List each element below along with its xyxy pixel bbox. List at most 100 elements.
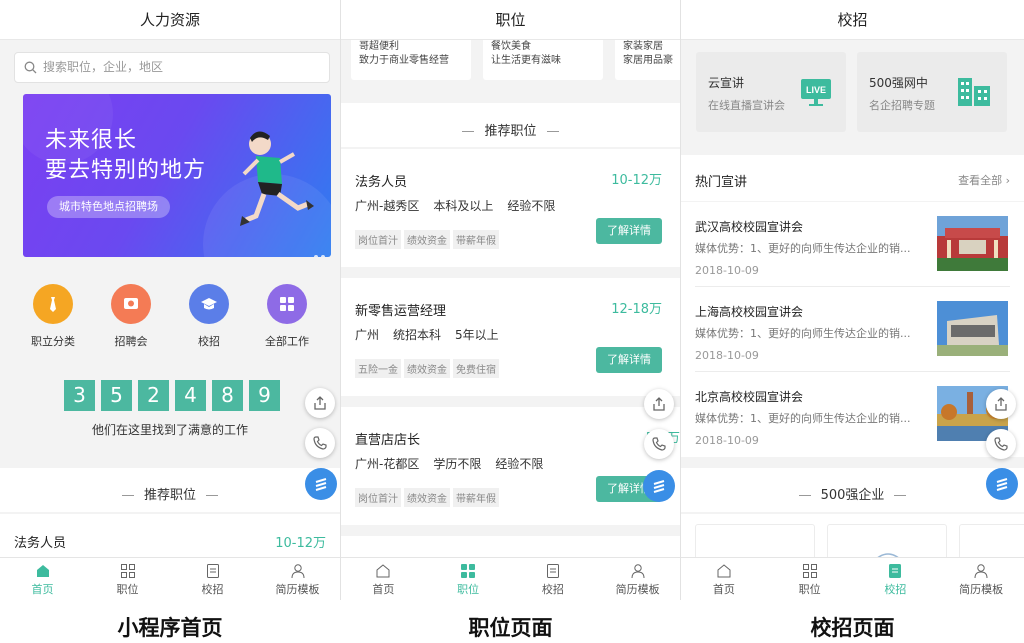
company-row xyxy=(681,514,1024,564)
promo-banner[interactable]: 未来很长 要去特别的地方 城市特色地点招聘场 xyxy=(23,94,331,257)
phone-button[interactable] xyxy=(305,428,335,458)
banner-pill[interactable]: 城市特色地点招聘场 xyxy=(47,196,170,218)
top500-header: 500强企业 xyxy=(681,468,1024,512)
card-title: 500强网中 xyxy=(869,76,928,90)
tab-campus[interactable]: 校招 xyxy=(853,558,939,600)
recommend-header: 推荐职位 xyxy=(0,468,340,512)
top500-card[interactable]: 500强网中 名企招聘专题 xyxy=(857,52,1007,132)
category-job-fair[interactable]: 招聘会 xyxy=(101,278,161,349)
home-icon xyxy=(36,565,49,577)
tab-bar: 首页 职位 校招 简历模板 xyxy=(341,557,680,600)
industry-card[interactable]: 哥超便利 致力于商业零售经营 xyxy=(351,36,471,80)
industry-desc: 让生活更有滋味 xyxy=(491,55,561,66)
tab-campus[interactable]: 校招 xyxy=(511,558,596,600)
talk-item[interactable]: 上海高校校园宣讲会 媒体优势：1、更好的向师生传达企业的销... 2018-10… xyxy=(681,287,1024,372)
recommend-header: 推荐职位 xyxy=(341,103,680,147)
cloud-talk-card[interactable]: 云宣讲 在线直播宣讲会 LIVE xyxy=(696,52,846,132)
campus-screen: 校招 云宣讲 在线直播宣讲会 LIVE 500强网中 名企招聘专题 热门宣讲 查… xyxy=(681,0,1024,600)
phone-button[interactable] xyxy=(644,429,674,459)
building-icon xyxy=(958,78,990,106)
talk-item[interactable]: 北京高校校园宣讲会 媒体优势：1、更好的向师生传达企业的销... 2018-10… xyxy=(681,372,1024,457)
tab-label: 职位 xyxy=(457,583,480,596)
industry-card[interactable]: 餐饮美食 让生活更有滋味 xyxy=(483,36,603,80)
job-location: 广州-越秀区 xyxy=(355,199,420,213)
tab-resume[interactable]: 简历模板 xyxy=(255,558,340,600)
details-button[interactable]: 了解详情 xyxy=(596,347,662,373)
tab-resume[interactable]: 简历模板 xyxy=(938,558,1024,600)
document-icon xyxy=(206,564,219,578)
tab-jobs[interactable]: 职位 xyxy=(426,558,511,600)
job-tag: 岗位首汁 xyxy=(355,488,401,507)
service-button[interactable] xyxy=(305,468,337,500)
banner-line-1: 未来很长 xyxy=(45,128,138,153)
share-button[interactable] xyxy=(644,389,674,419)
service-icon xyxy=(653,480,665,493)
job-tags: 岗位首汁 绩效资金 带薪年假 xyxy=(355,229,502,249)
caption-jobs: 职位页面 xyxy=(468,616,553,640)
tab-home[interactable]: 首页 xyxy=(681,558,767,600)
document-icon xyxy=(546,564,559,578)
tab-campus[interactable]: 校招 xyxy=(170,558,255,600)
job-tag: 带薪年假 xyxy=(453,230,499,249)
counter-digit: 4 xyxy=(175,380,206,411)
tab-label: 简历模板 xyxy=(615,583,660,596)
category-row: 职立分类 招聘会 校招 全部工作 xyxy=(0,278,340,349)
category-label: 招聘会 xyxy=(114,335,148,348)
job-tag: 绩效资金 xyxy=(404,359,450,378)
category-all-jobs[interactable]: 全部工作 xyxy=(257,278,317,349)
search-icon xyxy=(24,61,37,74)
view-all-link[interactable]: 查看全部 › xyxy=(958,172,1010,188)
fair-icon xyxy=(111,284,151,324)
talk-date: 2018-10-09 xyxy=(695,264,759,277)
counter-digit: 3 xyxy=(64,380,95,411)
job-title: 直营店店长 xyxy=(355,433,421,448)
counter-digit: 2 xyxy=(138,380,169,411)
tie-icon xyxy=(33,284,73,324)
job-meta: 广州 统招本科 5年以上 xyxy=(355,326,513,343)
job-card[interactable]: 法务人员 10-12万 广州-越秀区 本科及以上 经验不限 岗位首汁 绩效资金 带薪年假… xyxy=(341,149,680,267)
success-counter: 3 5 2 4 8 9 xyxy=(64,380,286,411)
job-card[interactable]: 直营店店长 5-8万 广州-花都区学历不限经验不限 岗位首汁绩效资金带薪年假 了… xyxy=(341,407,680,525)
industry-desc: 致力于商业零售经营 xyxy=(359,55,449,66)
tab-jobs[interactable]: 职位 xyxy=(85,558,170,600)
category-job-classify[interactable]: 职立分类 xyxy=(23,278,83,349)
share-button[interactable] xyxy=(986,389,1016,419)
share-icon xyxy=(314,396,326,410)
job-card[interactable]: 新零售运营经理 12-18万 广州 统招本科 5年以上 五险一金 绩效资金 免费住宿 了… xyxy=(341,278,680,396)
card-subtitle: 在线直播宣讲会 xyxy=(708,99,785,112)
talk-date: 2018-10-09 xyxy=(695,349,759,362)
counter-digit: 5 xyxy=(101,380,132,411)
category-campus[interactable]: 校招 xyxy=(179,278,239,349)
service-button[interactable] xyxy=(986,468,1018,500)
runner-illustration xyxy=(240,131,314,226)
service-button[interactable] xyxy=(643,470,675,502)
details-button[interactable]: 了解详情 xyxy=(596,218,662,244)
home-icon xyxy=(376,564,390,578)
job-location: 广州 xyxy=(355,328,380,342)
job-card[interactable]: 法务人员 10-12万 xyxy=(0,514,340,558)
job-tags: 岗位首汁 绩效资金 带薪年假 xyxy=(355,487,502,507)
card-subtitle: 名企招聘专题 xyxy=(869,99,935,112)
tab-resume[interactable]: 简历模板 xyxy=(595,558,680,600)
banner-line-2: 要去特别的地方 xyxy=(45,158,207,183)
counter-caption: 他们在这里找到了满意的工作 xyxy=(91,423,248,437)
industry-desc: 家居用品豪 xyxy=(623,55,673,66)
phone-icon xyxy=(994,437,1008,451)
share-button[interactable] xyxy=(305,388,335,418)
phone-button[interactable] xyxy=(986,429,1016,459)
industry-card[interactable]: 家装家居 家居用品豪 xyxy=(615,36,680,80)
tab-home[interactable]: 首页 xyxy=(0,558,85,600)
person-icon xyxy=(291,564,304,579)
tab-home[interactable]: 首页 xyxy=(341,558,426,600)
tab-jobs[interactable]: 职位 xyxy=(767,558,853,600)
live-icon: LIVE xyxy=(801,79,831,106)
job-salary: 12-18万 xyxy=(611,302,662,317)
search-input[interactable]: 搜索职位，企业，地区 xyxy=(14,52,330,83)
tab-label: 简历模板 xyxy=(959,583,1004,596)
talk-title: 上海高校校园宣讲会 xyxy=(695,305,804,319)
tab-label: 校招 xyxy=(541,583,564,596)
industry-name: 家装家居 xyxy=(623,41,663,52)
share-icon xyxy=(653,397,665,411)
talk-item[interactable]: 武汉高校校园宣讲会 媒体优势：1、更好的向师生传达企业的销... 2018-10… xyxy=(681,202,1024,287)
job-tag: 绩效资金 xyxy=(404,230,450,249)
